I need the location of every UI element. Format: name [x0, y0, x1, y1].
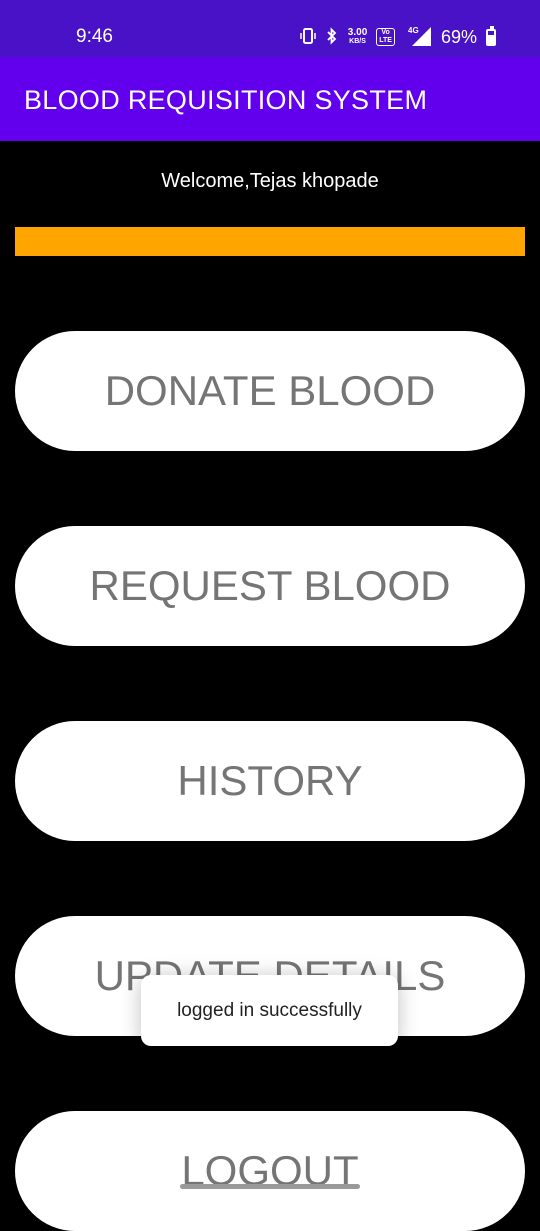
- welcome-text: Welcome,Tejas khopade: [161, 170, 379, 192]
- network-speed: 3.00 KB/S: [348, 28, 367, 46]
- history-button[interactable]: HISTORY: [15, 721, 525, 841]
- svg-text:4G: 4G: [408, 26, 419, 35]
- status-time: 9:46: [76, 26, 113, 47]
- battery-icon: [486, 25, 496, 46]
- progress-fill: [15, 227, 525, 256]
- status-bar: 9:46 3.00 KB/S Vo LTE 4G 69%: [0, 0, 540, 57]
- battery-percent: 69%: [440, 26, 477, 47]
- toast-message: logged in successfully: [141, 975, 398, 1046]
- status-icons: 3.00 KB/S Vo LTE 4G 69%: [300, 24, 496, 50]
- app-title: BLOOD REQUISITION SYSTEM: [24, 85, 428, 115]
- battery-fill: [488, 34, 494, 44]
- donate-blood-button[interactable]: DONATE BLOOD: [15, 331, 525, 451]
- progress-bar: [15, 227, 525, 256]
- network-speed-value: 3.00: [347, 27, 368, 38]
- request-blood-button[interactable]: REQUEST BLOOD: [15, 526, 525, 646]
- logout-button[interactable]: LOGOUT: [15, 1111, 525, 1231]
- network-speed-unit: KB/S: [349, 38, 366, 45]
- vibrate-icon: [300, 27, 316, 48]
- gesture-nav-handle[interactable]: [180, 1184, 360, 1189]
- app-bar: BLOOD REQUISITION SYSTEM: [0, 57, 540, 141]
- volte-icon: Vo LTE: [376, 28, 395, 46]
- bluetooth-icon: [325, 26, 339, 48]
- signal-icon: 4G: [404, 25, 432, 50]
